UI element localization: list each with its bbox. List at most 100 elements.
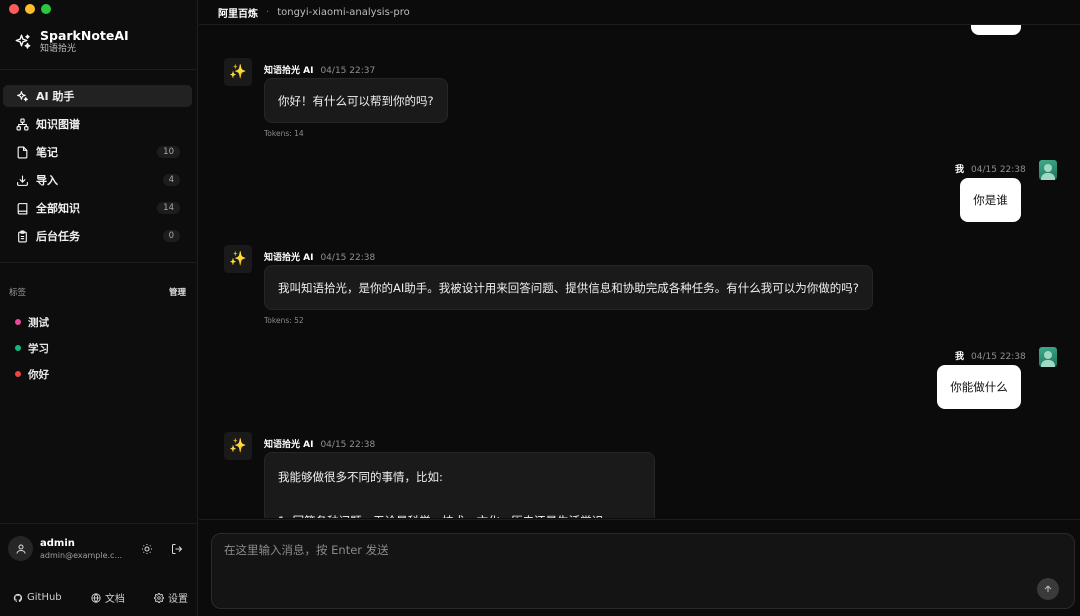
avatar (1039, 347, 1057, 367)
user-name: admin (40, 537, 75, 549)
user-message-bubble: 你是谁 (960, 178, 1021, 222)
message-input[interactable] (212, 534, 1074, 608)
globe-icon (91, 592, 101, 603)
tag-label: 学习 (28, 342, 49, 355)
composer (199, 519, 1080, 616)
user-email: admin@example.c... (40, 550, 123, 560)
message-text: 我叫知语拾光，是你的AI助手。我被设计用来回答问题、提供信息和协助完成各种任务。… (278, 280, 859, 295)
divider (0, 262, 198, 263)
sidebar-item-knowledge-graph[interactable]: 知识图谱 (3, 113, 192, 135)
window-controls (9, 4, 51, 14)
message-line: 1. 回答各种问题，无论是科学、技术、文化、历史还是生活常识。 (278, 510, 641, 518)
github-icon (13, 593, 23, 602)
user-icon (16, 544, 25, 554)
message-input-container (211, 533, 1075, 609)
maximize-window-button[interactable] (41, 4, 51, 14)
sparkles-icon: ✨ (229, 64, 247, 80)
sidebar: SparkNoteAI 知语拾光 AI 助手 知识图谱 笔记 10 导入 4 全… (0, 0, 198, 616)
sparkles-icon: ✨ (229, 251, 247, 267)
message-text: 你能做什么 (950, 380, 1008, 394)
tag-label: 测试 (28, 316, 49, 329)
message-header: 知语拾光 AI 04/15 22:38 (264, 437, 375, 450)
user-message-bubble (971, 25, 1021, 35)
sidebar-item-label: 导入 (36, 174, 58, 187)
ai-message-bubble: 我叫知语拾光，是你的AI助手。我被设计用来回答问题、提供信息和协助完成各种任务。… (264, 265, 873, 310)
chat-area[interactable]: ✨ 知语拾光 AI 04/15 22:37 你好！有什么可以帮到你的吗? Tok… (199, 25, 1080, 518)
sparkles-icon (14, 33, 32, 51)
divider (0, 523, 198, 524)
separator: · (266, 6, 270, 18)
sun-icon (142, 543, 152, 554)
settings-link[interactable]: 设置 (154, 590, 188, 605)
clipboard-icon (15, 229, 29, 243)
brand-name: SparkNoteAI (40, 28, 129, 43)
sidebar-item-notes[interactable]: 笔记 10 (3, 141, 192, 163)
close-window-button[interactable] (9, 4, 19, 14)
message-author: 知语拾光 AI (264, 440, 314, 450)
sidebar-item-import[interactable]: 导入 4 (3, 169, 192, 191)
github-label: GitHub (27, 592, 62, 603)
model-name[interactable]: tongyi-xiaomi-analysis-pro (277, 7, 410, 18)
count-badge: 4 (162, 174, 180, 186)
user-message-bubble: 你能做什么 (937, 365, 1021, 409)
provider-name[interactable]: 阿里百炼 (218, 5, 258, 20)
tags-list: 测试 学习 你好 (15, 309, 49, 387)
logout-button[interactable] (168, 540, 186, 558)
send-button[interactable] (1037, 578, 1059, 600)
tag-item[interactable]: 你好 (15, 361, 49, 387)
user-panel: admin admin@example.c... (8, 536, 190, 561)
file-icon (15, 145, 29, 159)
tag-item[interactable]: 学习 (15, 335, 49, 361)
tag-color-dot (15, 371, 21, 377)
docs-label: 文档 (104, 594, 125, 605)
tag-color-dot (15, 319, 21, 325)
message-time: 04/15 22:38 (971, 352, 1026, 362)
brand: SparkNoteAI 知语拾光 (14, 29, 129, 55)
message-author: 知语拾光 AI (264, 253, 314, 263)
theme-toggle-button[interactable] (138, 540, 156, 558)
avatar (1039, 160, 1057, 180)
message-header: 我 04/15 22:38 (955, 162, 1026, 175)
count-badge: 10 (157, 146, 180, 158)
ai-avatar: ✨ (224, 245, 252, 273)
message-time: 04/15 22:38 (971, 165, 1026, 175)
message-time: 04/15 22:38 (320, 440, 376, 450)
docs-link[interactable]: 文档 (91, 590, 125, 605)
sidebar-item-background-tasks[interactable]: 后台任务 0 (3, 225, 192, 247)
brand-subtitle: 知语拾光 (40, 44, 77, 54)
settings-label: 设置 (168, 594, 188, 605)
tags-header: 标签 管理 (9, 286, 186, 298)
message-author: 我 (955, 352, 965, 362)
main-area: 阿里百炼 · tongyi-xiaomi-analysis-pro ✨ 知语拾光… (199, 0, 1080, 616)
model-bar: 阿里百炼 · tongyi-xiaomi-analysis-pro (199, 0, 1080, 25)
message-header: 知语拾光 AI 04/15 22:38 (264, 250, 375, 263)
message-time: 04/15 22:37 (320, 66, 376, 76)
ai-avatar: ✨ (224, 432, 252, 460)
ai-avatar: ✨ (224, 58, 252, 86)
manage-tags-button[interactable]: 管理 (169, 286, 186, 298)
message-author: 我 (955, 165, 965, 175)
sidebar-nav: AI 助手 知识图谱 笔记 10 导入 4 全部知识 14 后台任务 0 (3, 85, 192, 253)
gear-icon (154, 592, 164, 603)
avatar[interactable] (8, 536, 33, 561)
sidebar-item-label: 知识图谱 (36, 118, 80, 131)
message-time: 04/15 22:38 (320, 253, 376, 263)
message-author: 知语拾光 AI (264, 66, 314, 76)
github-link[interactable]: GitHub (13, 590, 62, 605)
tag-item[interactable]: 测试 (15, 309, 49, 335)
sidebar-item-ai-assistant[interactable]: AI 助手 (3, 85, 192, 107)
count-badge: 0 (162, 230, 180, 242)
count-badge: 14 (157, 202, 180, 214)
sparkles-icon: ✨ (229, 438, 247, 454)
message-text: 你是谁 (973, 193, 1008, 207)
sidebar-item-label: 后台任务 (36, 230, 80, 243)
token-count: Tokens: 52 (264, 316, 304, 325)
ai-message-bubble: 我能够做很多不同的事情，比如: 1. 回答各种问题，无论是科学、技术、文化、历史… (264, 452, 655, 518)
token-count: Tokens: 14 (264, 129, 304, 138)
sidebar-item-label: 笔记 (36, 146, 58, 159)
arrow-up-icon (1044, 585, 1052, 592)
sidebar-item-label: 全部知识 (36, 202, 80, 215)
tag-color-dot (15, 345, 21, 351)
sidebar-item-all-knowledge[interactable]: 全部知识 14 (3, 197, 192, 219)
minimize-window-button[interactable] (25, 4, 35, 14)
